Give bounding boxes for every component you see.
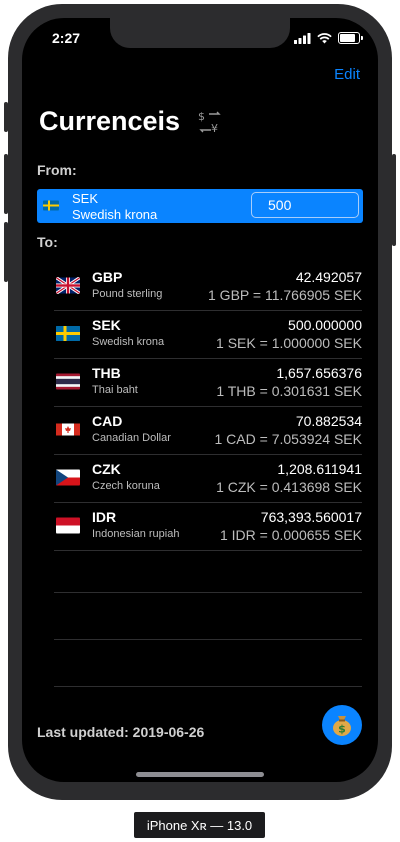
converted-value: 1,657.656376 <box>276 365 362 381</box>
svg-text:$: $ <box>338 723 346 736</box>
power-button <box>392 154 396 246</box>
currency-row-cad[interactable]: CAD Canadian Dollar 70.882534 1 CAD = 7.… <box>54 407 362 455</box>
converted-value: 70.882534 <box>295 413 362 429</box>
to-currency-list: GBP Pound sterling 42.492057 1 GBP = 11.… <box>54 263 362 551</box>
money-bag-icon: $ <box>333 716 351 736</box>
page-title: Currenceis <box>39 106 181 136</box>
exchange-rate: 1 GBP = 11.766905 SEK <box>208 287 362 303</box>
currency-code: CZK <box>92 461 121 477</box>
app-screen: 2:27 Edit Currenceis $ ¥ From: SEK Swedi… <box>22 18 378 782</box>
exchange-rate: 1 CAD = 7.053924 SEK <box>214 431 363 447</box>
converted-value: 500.000000 <box>288 317 362 333</box>
mute-switch <box>4 102 8 132</box>
currency-row-idr[interactable]: IDR Indonesian rupiah 763,393.560017 1 I… <box>54 503 362 551</box>
currency-row-czk[interactable]: CZK Czech koruna 1,208.611941 1 CZK = 0.… <box>54 455 362 503</box>
currency-name: Thai baht <box>92 384 138 396</box>
czech-flag-icon <box>56 469 80 486</box>
wifi-icon <box>317 32 332 43</box>
signal-icon <box>294 32 311 44</box>
empty-row-divider <box>54 639 362 640</box>
sweden-flag-icon <box>56 326 80 341</box>
thailand-flag-icon <box>56 373 80 390</box>
money-bag-button[interactable]: $ <box>322 705 362 745</box>
svg-text:$: $ <box>198 110 205 123</box>
amount-input[interactable] <box>251 192 359 218</box>
currency-name: Indonesian rupiah <box>92 528 180 540</box>
svg-text:¥: ¥ <box>211 122 218 134</box>
currency-code: GBP <box>92 269 123 285</box>
empty-row-divider <box>54 592 362 593</box>
simulator-device-label: iPhone Xʀ — 13.0 <box>134 812 265 838</box>
currency-name: Czech koruna <box>92 480 160 492</box>
to-label: To: <box>37 234 58 250</box>
currency-row-sek[interactable]: SEK Swedish krona 500.000000 1 SEK = 1.0… <box>54 311 362 359</box>
currency-exchange-icon: $ ¥ <box>198 110 221 134</box>
volume-up-button <box>4 154 8 214</box>
currency-code: SEK <box>92 317 121 333</box>
currency-name: Canadian Dollar <box>92 432 171 444</box>
sweden-flag-icon <box>43 200 59 211</box>
from-currency-row[interactable]: SEK Swedish krona <box>37 189 363 223</box>
currency-row-gbp[interactable]: GBP Pound sterling 42.492057 1 GBP = 11.… <box>54 263 362 311</box>
indonesia-flag-icon <box>56 517 80 534</box>
exchange-rate: 1 IDR = 0.000655 SEK <box>219 527 362 543</box>
exchange-rate: 1 THB = 0.301631 SEK <box>216 383 362 399</box>
battery-icon <box>338 32 363 44</box>
status-icons <box>294 32 363 44</box>
edit-button[interactable]: Edit <box>334 66 360 83</box>
currency-code: THB <box>92 365 121 381</box>
status-time: 2:27 <box>52 30 81 46</box>
volume-down-button <box>4 222 8 282</box>
from-label: From: <box>37 162 77 178</box>
currency-code: IDR <box>92 509 117 525</box>
converted-value: 1,208.611941 <box>277 461 362 477</box>
from-currency-name: Swedish krona <box>72 207 158 222</box>
notch <box>110 18 290 48</box>
empty-row-divider <box>54 686 362 687</box>
from-currency-code: SEK <box>72 191 99 206</box>
currency-name: Swedish krona <box>92 336 165 348</box>
uk-flag-icon <box>56 277 80 294</box>
currency-name: Pound sterling <box>92 288 163 300</box>
exchange-rate: 1 CZK = 0.413698 SEK <box>216 479 362 495</box>
converted-value: 42.492057 <box>295 269 362 285</box>
last-updated-label: Last updated: 2019-06-26 <box>37 724 205 740</box>
currency-code: CAD <box>92 413 123 429</box>
exchange-rate: 1 SEK = 1.000000 SEK <box>216 335 362 351</box>
currency-row-thb[interactable]: THB Thai baht 1,657.656376 1 THB = 0.301… <box>54 359 362 407</box>
converted-value: 763,393.560017 <box>260 509 362 525</box>
home-indicator[interactable] <box>136 772 264 777</box>
canada-flag-icon <box>56 423 80 436</box>
